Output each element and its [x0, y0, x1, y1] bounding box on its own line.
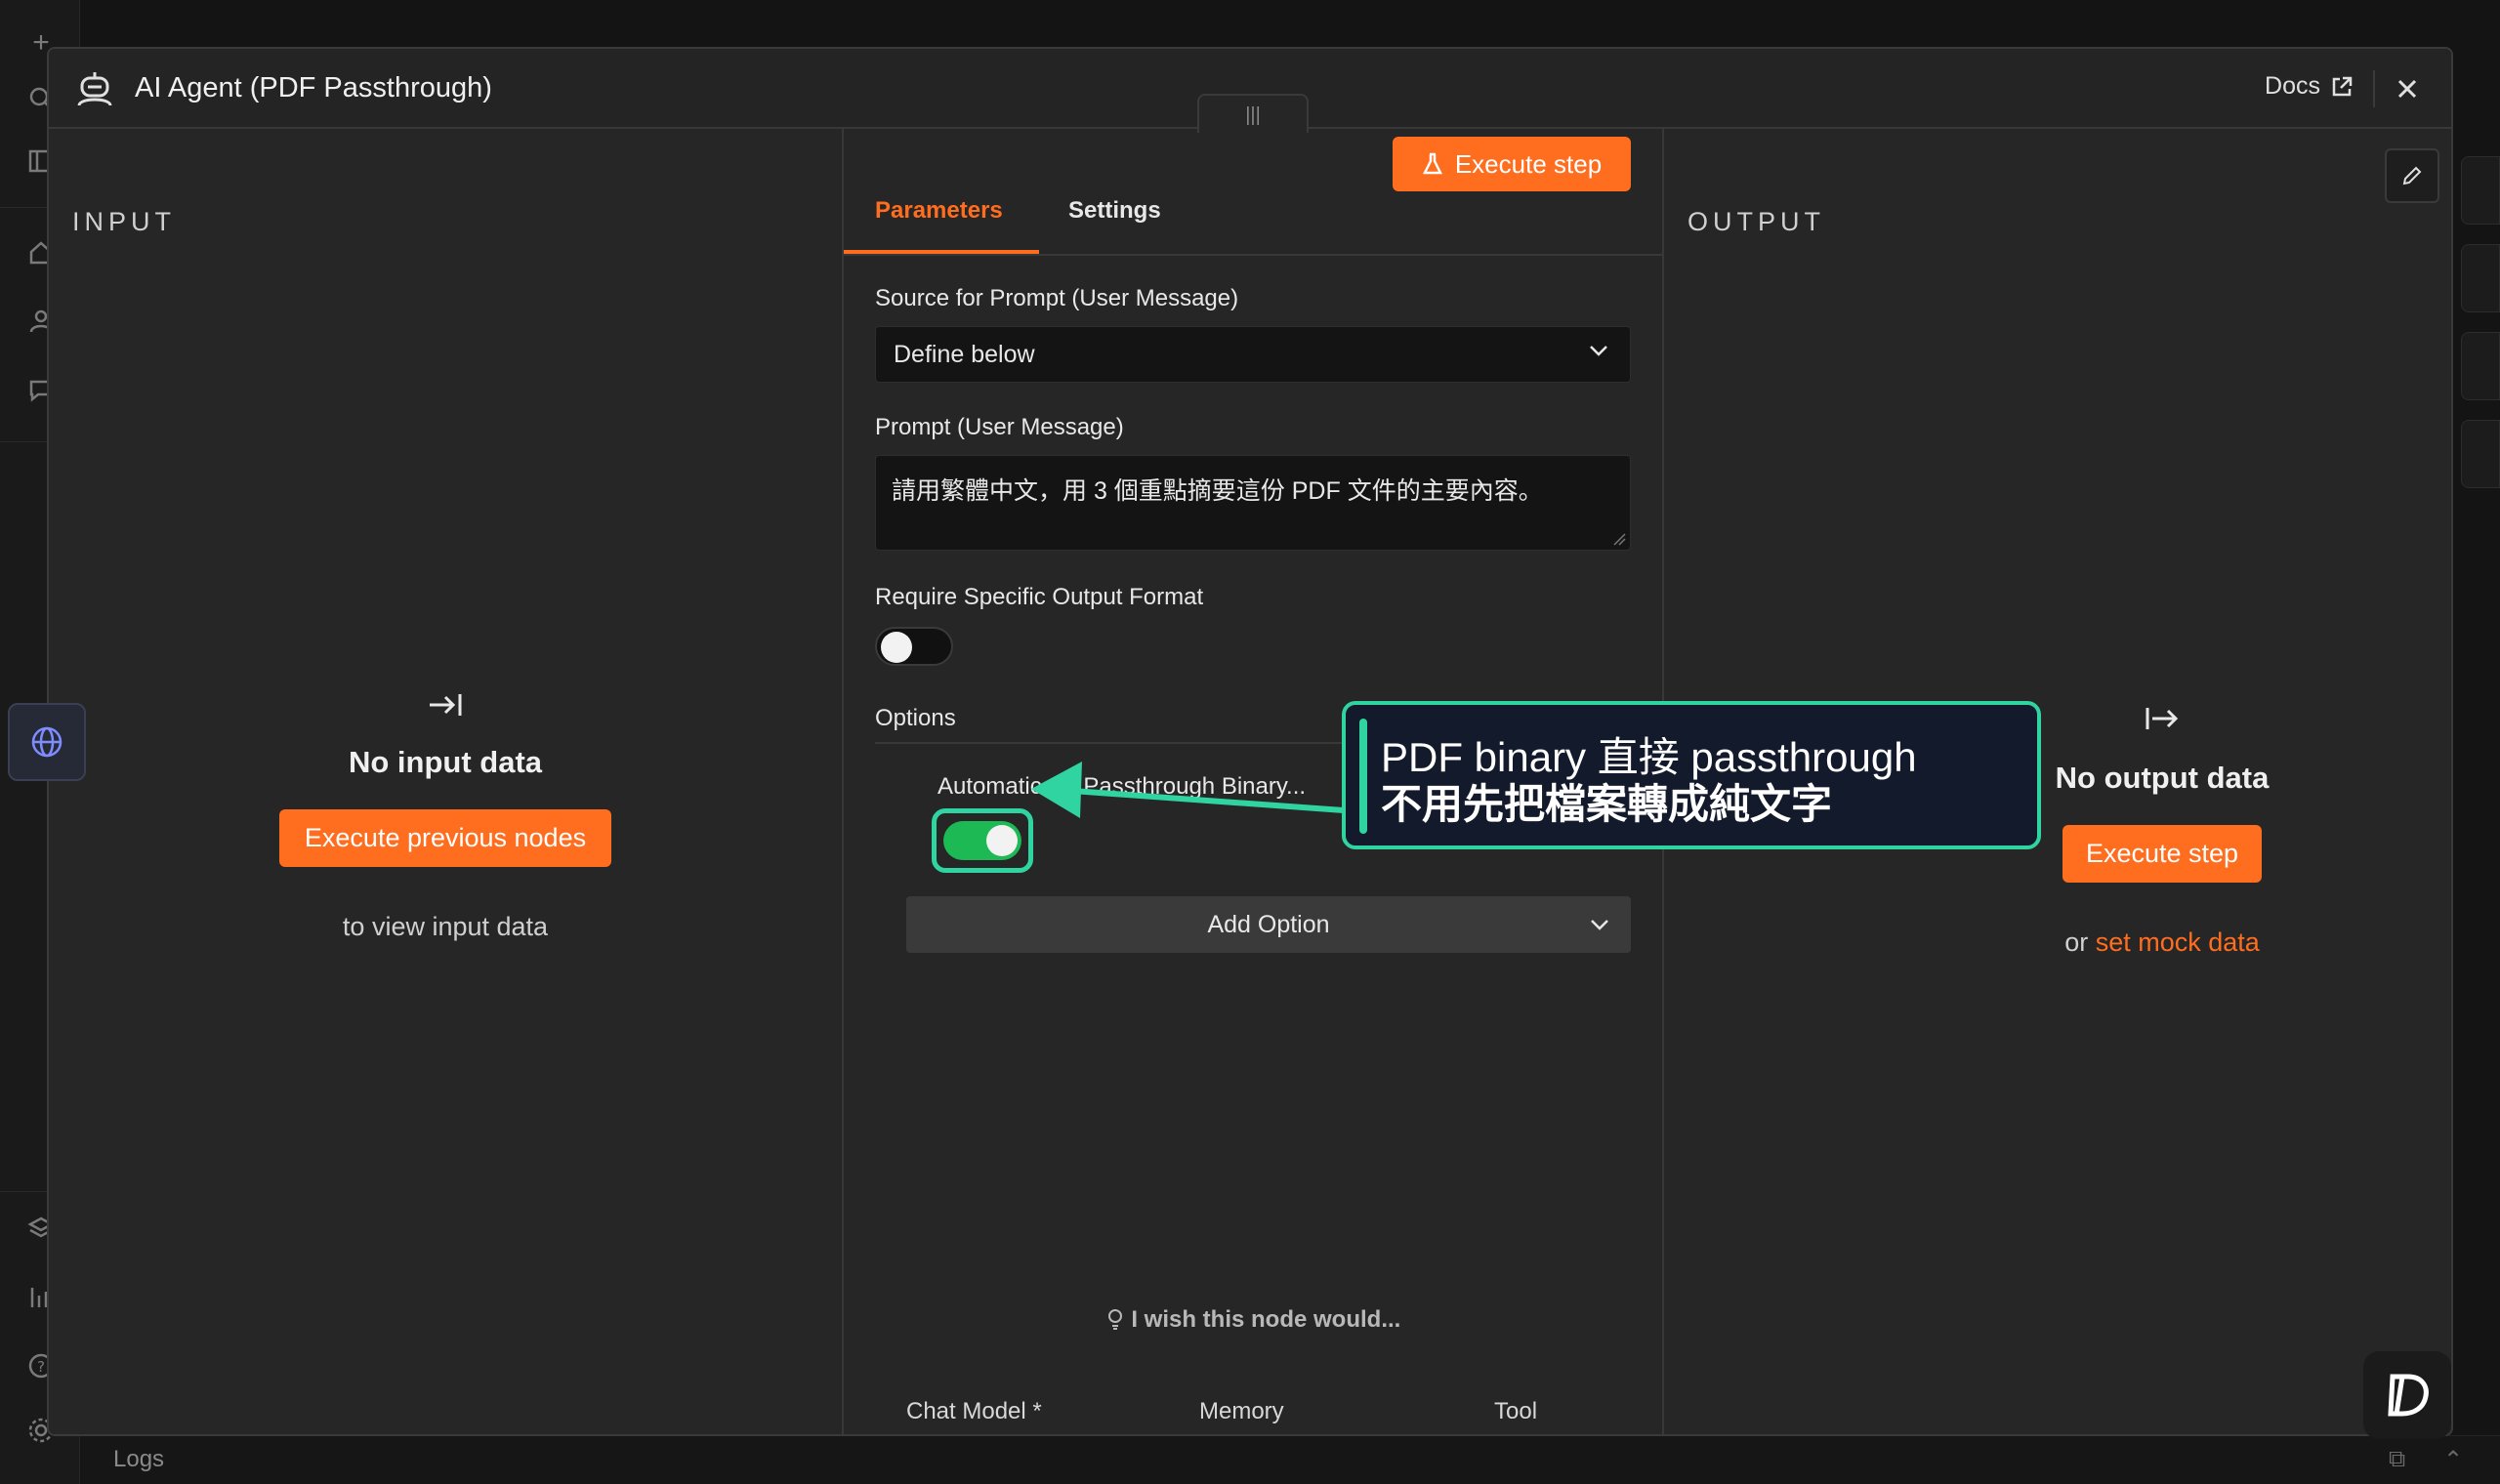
docs-link[interactable]: Docs — [2265, 72, 2354, 101]
passthrough-toggle-highlight — [932, 808, 1033, 873]
robot-icon — [77, 72, 112, 106]
passthrough-binary-label: Automatically Passthrough Binary... — [938, 773, 1307, 800]
execute-previous-nodes-button[interactable]: Execute previous nodes — [278, 809, 612, 867]
chat-model-label: Chat Model * — [906, 1398, 1042, 1424]
output-execute-step-button[interactable]: Execute step — [2062, 825, 2263, 883]
memory-label: Memory — [1199, 1398, 1284, 1424]
source-prompt-select[interactable]: Define below — [875, 326, 1631, 383]
chevron-down-icon — [1591, 920, 1608, 930]
prompt-label: Prompt (User Message) — [875, 414, 1124, 440]
resize-handle-icon[interactable] — [1612, 532, 1626, 546]
flask-icon — [1422, 152, 1442, 175]
arrow-from-line-icon — [2146, 708, 2179, 729]
globe-icon — [31, 726, 62, 758]
d-logo-icon[interactable] — [2363, 1351, 2451, 1439]
params-tabs: Parameters Settings Execute step — [844, 129, 1662, 256]
output-format-label: Require Specific Output Format — [875, 584, 1204, 610]
globe-button[interactable] — [8, 703, 86, 781]
execute-step-label: Execute step — [1454, 148, 1603, 179]
source-prompt-label: Source for Prompt (User Message) — [875, 285, 1239, 311]
logs-bar[interactable]: Logs ⧉ ⌃ — [80, 1435, 2500, 1484]
set-mock-data-link[interactable]: set mock data — [2096, 928, 2260, 957]
toggle-knob — [986, 825, 1018, 856]
input-empty-state: No input data Execute previous nodes to … — [49, 689, 842, 942]
tab-settings[interactable]: Settings — [1068, 197, 1161, 225]
tool-label: Tool — [1494, 1398, 1538, 1424]
lightbulb-icon — [1107, 1309, 1122, 1330]
popout-icon[interactable]: ⧉ — [2389, 1446, 2405, 1473]
docs-label: Docs — [2265, 72, 2320, 100]
background-node-card — [2461, 332, 2500, 400]
edit-output-button[interactable] — [2385, 148, 2439, 203]
background-node-card — [2461, 244, 2500, 312]
chevron-up-icon[interactable]: ⌃ — [2443, 1446, 2463, 1474]
input-panel: INPUT No input data Execute previous nod… — [49, 129, 842, 1434]
add-option-label: Add Option — [1207, 911, 1330, 938]
annotation-callout: PDF binary 直接 passthrough 不用先把檔案轉成純文字 — [1342, 701, 2041, 849]
modal-title: AI Agent (PDF Passthrough) — [135, 72, 492, 103]
external-link-icon — [2332, 76, 2353, 96]
active-tab-indicator — [844, 250, 1039, 254]
input-empty-title: No input data — [348, 745, 543, 779]
node-details-modal: AI Agent (PDF Passthrough) Docs INPUT No… — [47, 47, 2453, 1436]
feedback-link[interactable]: I wish this node would... — [844, 1306, 1662, 1334]
background-node-card — [2461, 420, 2500, 488]
svg-text:?: ? — [37, 1358, 45, 1376]
pencil-icon — [2402, 166, 2422, 186]
logs-label: Logs — [113, 1446, 165, 1472]
prompt-textarea[interactable]: 請用繁體中文，用 3 個重點摘要這份 PDF 文件的主要內容。 — [875, 455, 1631, 551]
output-format-toggle[interactable] — [875, 627, 953, 666]
feedback-label: I wish this node would... — [1131, 1306, 1401, 1333]
background-node-card — [2461, 156, 2500, 225]
add-option-select[interactable]: Add Option — [906, 896, 1631, 953]
arrow-to-line-icon — [430, 694, 462, 716]
annotation-line-2: 不用先把檔案轉成純文字 — [1381, 781, 1833, 827]
source-prompt-value: Define below — [894, 341, 1035, 368]
options-label: Options — [875, 705, 956, 731]
prompt-value: 請用繁體中文，用 3 個重點摘要這份 PDF 文件的主要內容。 — [892, 477, 1543, 505]
input-panel-label: INPUT — [72, 207, 176, 236]
toggle-knob — [881, 632, 912, 663]
input-empty-hint: to view input data — [342, 912, 549, 941]
chevron-down-icon — [1590, 346, 1607, 356]
close-button[interactable] — [2385, 66, 2430, 111]
mock-data-prefix: or — [2064, 928, 2089, 957]
execute-step-button[interactable]: Execute step — [1393, 137, 1631, 191]
tab-parameters[interactable]: Parameters — [875, 197, 1003, 225]
close-icon — [2397, 79, 2417, 99]
output-panel-label: OUTPUT — [1688, 207, 1825, 236]
passthrough-binary-toggle[interactable] — [943, 821, 1021, 860]
mock-data-hint: or set mock data — [1889, 928, 2436, 958]
panel-drag-handle[interactable]: ||| — [1197, 94, 1309, 133]
